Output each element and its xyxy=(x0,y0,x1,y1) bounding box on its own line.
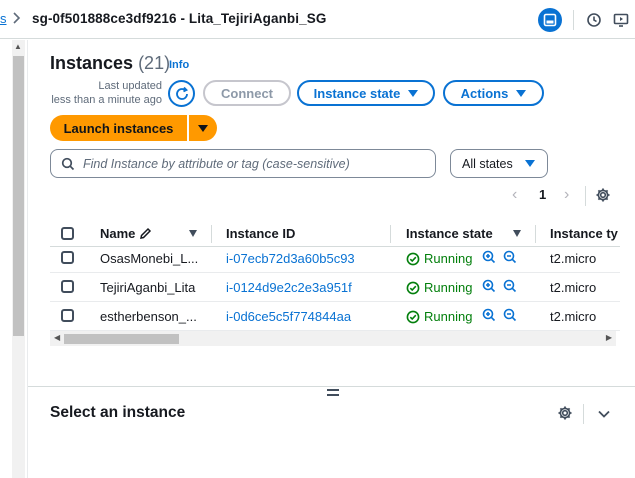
row-checkbox[interactable] xyxy=(61,280,74,293)
breadcrumb-previous-link[interactable]: s xyxy=(0,11,7,26)
split-panel-settings-button[interactable] xyxy=(557,405,573,426)
last-updated-text: Last updated less than a minute ago xyxy=(40,79,162,107)
instance-type: t2.micro xyxy=(550,251,597,266)
status-running: Running xyxy=(406,309,472,324)
page-title: Instances (21) xyxy=(50,53,170,74)
launch-instances-button[interactable]: Launch instances xyxy=(50,115,187,141)
chevron-right-icon xyxy=(13,12,21,24)
instance-name: estherbenson_... xyxy=(100,309,197,324)
row-checkbox[interactable] xyxy=(61,309,74,322)
pencil-icon xyxy=(140,227,152,239)
table-row[interactable]: OsasMonebi_L... i-07ecb72d3a60b5c93 Runn… xyxy=(50,244,620,273)
panel-icon[interactable] xyxy=(538,8,562,32)
status-running: Running xyxy=(406,280,472,295)
scroll-up-icon[interactable]: ▲ xyxy=(14,42,22,51)
tutorial-icon[interactable] xyxy=(609,8,633,32)
instance-state-label: Instance state xyxy=(313,85,401,101)
zoom-in-icon[interactable] xyxy=(482,308,496,322)
column-header-instance-id[interactable]: Instance ID xyxy=(226,226,295,241)
last-updated-label: Last updated xyxy=(98,80,162,92)
search-field[interactable] xyxy=(50,149,436,178)
column-header-instance-type[interactable]: Instance ty xyxy=(550,226,618,241)
zoom-out-icon[interactable] xyxy=(503,279,517,293)
previous-page-button[interactable]: ‹ xyxy=(512,186,517,204)
status-running: Running xyxy=(406,251,472,266)
top-breadcrumb-bar: s sg-0f501888ce3df9216 - Lita_TejiriAgan… xyxy=(0,0,635,39)
instance-id-link[interactable]: i-0d6ce5c5f774844aa xyxy=(226,309,351,324)
scrollbar-thumb[interactable] xyxy=(64,334,179,344)
instance-state-text: Running xyxy=(424,251,473,266)
sort-icon[interactable] xyxy=(513,230,521,237)
breadcrumb-current: sg-0f501888ce3df9216 - Lita_TejiriAganbi… xyxy=(32,11,327,26)
chevron-down-icon xyxy=(598,410,610,418)
state-filter-value: All states xyxy=(462,156,513,171)
collapse-panel-button[interactable] xyxy=(596,406,612,427)
zoom-out-icon[interactable] xyxy=(503,250,517,264)
select-all-checkbox[interactable] xyxy=(61,227,74,240)
vertical-scrollbar[interactable]: ▲ xyxy=(12,40,25,478)
zoom-in-icon[interactable] xyxy=(482,250,496,264)
instance-state-text: Running xyxy=(424,309,473,324)
instance-name: TejiriAganbi_Lita xyxy=(100,280,196,295)
current-page[interactable]: 1 xyxy=(539,187,546,202)
launch-instances-label: Launch instances xyxy=(63,120,174,136)
column-header-instance-state[interactable]: Instance state xyxy=(406,226,493,241)
caret-down-icon xyxy=(516,89,527,97)
table-row[interactable]: TejiriAganbi_Lita i-0124d9e2c2e3a951f Ru… xyxy=(50,273,620,302)
connect-button[interactable]: Connect xyxy=(203,80,291,106)
horizontal-scrollbar[interactable]: ◀ ▶ xyxy=(50,331,616,346)
check-circle-icon xyxy=(406,281,420,294)
last-updated-value: less than a minute ago xyxy=(51,94,162,106)
caret-down-icon xyxy=(198,124,208,132)
state-filter-select[interactable]: All states xyxy=(450,149,548,178)
gear-icon xyxy=(596,188,610,202)
search-input[interactable] xyxy=(83,156,423,171)
divider xyxy=(573,10,574,30)
split-panel xyxy=(28,386,635,478)
divider xyxy=(583,404,584,424)
divider xyxy=(585,186,586,206)
page-title-text: Instances xyxy=(50,53,134,73)
column-divider xyxy=(535,225,536,243)
check-circle-icon xyxy=(406,252,420,265)
instance-type: t2.micro xyxy=(550,309,597,324)
refresh-button[interactable] xyxy=(168,80,195,107)
instance-type: t2.micro xyxy=(550,280,597,295)
actions-label: Actions xyxy=(460,85,509,101)
row-checkbox[interactable] xyxy=(61,251,74,264)
check-circle-icon xyxy=(406,310,420,323)
gear-icon xyxy=(558,406,572,420)
instance-state-button[interactable]: Instance state xyxy=(297,80,435,106)
zoom-out-icon[interactable] xyxy=(503,308,517,322)
connect-label: Connect xyxy=(221,85,273,101)
split-panel-title: Select an instance xyxy=(50,404,186,421)
clock-icon[interactable] xyxy=(582,8,606,32)
resize-handle-icon[interactable] xyxy=(327,389,339,399)
instance-state-text: Running xyxy=(424,280,473,295)
info-link[interactable]: Info xyxy=(169,59,189,71)
instance-id-link[interactable]: i-07ecb72d3a60b5c93 xyxy=(226,251,355,266)
instance-name: OsasMonebi_L... xyxy=(100,251,199,266)
scrollbar-thumb[interactable] xyxy=(13,56,24,336)
column-header-name[interactable]: Name xyxy=(100,226,135,241)
actions-button[interactable]: Actions xyxy=(443,80,544,106)
search-icon xyxy=(61,157,75,170)
column-divider xyxy=(211,225,212,243)
table-settings-button[interactable] xyxy=(595,187,611,208)
instance-count: (21) xyxy=(138,53,171,73)
column-divider xyxy=(390,225,391,243)
refresh-icon xyxy=(175,86,188,100)
sort-icon[interactable] xyxy=(189,230,197,237)
caret-down-icon xyxy=(524,160,535,167)
caret-down-icon xyxy=(408,89,419,97)
scroll-right-icon[interactable]: ▶ xyxy=(606,333,612,342)
launch-instances-dropdown[interactable] xyxy=(189,115,217,141)
scroll-left-icon[interactable]: ◀ xyxy=(54,333,60,342)
instance-id-link[interactable]: i-0124d9e2c2e3a951f xyxy=(226,280,352,295)
table-row[interactable]: estherbenson_... i-0d6ce5c5f774844aa Run… xyxy=(50,302,620,331)
zoom-in-icon[interactable] xyxy=(482,279,496,293)
next-page-button[interactable]: › xyxy=(564,186,569,204)
